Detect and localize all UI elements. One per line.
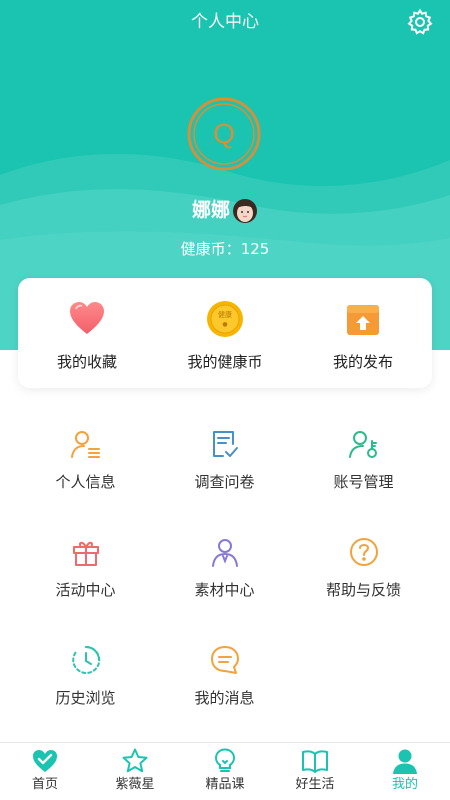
material-center-label: 素材中心 bbox=[194, 581, 255, 599]
my-coins-label: 我的健康币 bbox=[187, 353, 263, 371]
quick-actions-card: 我的收藏 健康 ● 我的健康币 我的发布 bbox=[18, 278, 432, 388]
profile-icon bbox=[393, 749, 417, 774]
tab-good-life-label: 好生活 bbox=[295, 777, 335, 792]
svg-text:Q: Q bbox=[213, 118, 235, 149]
survey-icon bbox=[212, 431, 238, 457]
gear-icon[interactable] bbox=[406, 8, 434, 36]
tab-courses[interactable]: 精品课 bbox=[180, 743, 270, 800]
svg-text:健康: 健康 bbox=[218, 310, 232, 319]
tab-home-label: 首页 bbox=[31, 777, 58, 792]
tab-ziweixing-label: 紫薇星 bbox=[115, 777, 155, 792]
home-heart-icon bbox=[33, 750, 57, 772]
personal-info-label: 个人信息 bbox=[55, 473, 116, 491]
coin-value: 125 bbox=[240, 240, 270, 258]
personal-info-button[interactable]: 个人信息 bbox=[16, 422, 155, 530]
survey-label: 调查问卷 bbox=[194, 473, 255, 491]
activity-center-button[interactable]: 活动中心 bbox=[16, 530, 155, 638]
tab-mine-label: 我的 bbox=[391, 777, 418, 792]
gift-icon bbox=[72, 541, 99, 566]
username: 娜娜 bbox=[0, 196, 450, 224]
menu-grid: 个人信息 调查问卷 账号管理 活动中心 素材中心 帮助与反馈 历史浏览 我的消息 bbox=[16, 422, 434, 746]
help-feedback-label: 帮助与反馈 bbox=[325, 581, 401, 599]
avatar[interactable]: Q bbox=[186, 96, 262, 172]
tab-ziweixing[interactable]: 紫薇星 bbox=[90, 743, 180, 800]
coin-icon: 健康 ● bbox=[207, 301, 243, 337]
my-posts-label: 我的发布 bbox=[332, 353, 393, 371]
star-icon bbox=[122, 748, 148, 773]
tab-mine[interactable]: 我的 bbox=[360, 743, 450, 800]
account-management-button[interactable]: 账号管理 bbox=[294, 422, 433, 530]
history-button[interactable]: 历史浏览 bbox=[16, 638, 155, 746]
heart-icon bbox=[70, 302, 104, 334]
my-messages-label: 我的消息 bbox=[194, 689, 255, 707]
my-messages-button[interactable]: 我的消息 bbox=[155, 638, 294, 746]
my-posts-button[interactable]: 我的发布 bbox=[294, 278, 432, 388]
upload-box-icon bbox=[347, 305, 379, 335]
svg-text:●: ● bbox=[222, 321, 227, 328]
my-favorites-label: 我的收藏 bbox=[56, 353, 117, 371]
tab-good-life[interactable]: 好生活 bbox=[270, 743, 360, 800]
survey-button[interactable]: 调查问卷 bbox=[155, 422, 294, 530]
my-coins-button[interactable]: 健康 ● 我的健康币 bbox=[156, 278, 294, 388]
girl-emoji-icon bbox=[233, 198, 257, 223]
message-icon bbox=[210, 646, 239, 674]
help-feedback-button[interactable]: 帮助与反馈 bbox=[294, 530, 433, 638]
tab-home[interactable]: 首页 bbox=[0, 743, 90, 800]
history-label: 历史浏览 bbox=[55, 689, 116, 707]
bottom-tab-bar: 首页 紫薇星 精品课 好生活 我的 bbox=[0, 742, 450, 800]
material-center-button[interactable]: 素材中心 bbox=[155, 530, 294, 638]
activity-center-label: 活动中心 bbox=[55, 581, 116, 599]
my-favorites-button[interactable]: 我的收藏 bbox=[18, 278, 156, 388]
tab-courses-label: 精品课 bbox=[205, 777, 245, 792]
user-icon bbox=[211, 539, 238, 567]
person-list-icon bbox=[70, 431, 100, 458]
coin-label: 健康币： bbox=[180, 240, 241, 258]
coin-balance: 健康币：125 bbox=[0, 238, 450, 260]
page-title: 个人中心 bbox=[191, 12, 259, 32]
help-icon bbox=[349, 538, 378, 566]
history-clock-icon bbox=[71, 645, 100, 674]
username-text: 娜娜 bbox=[191, 199, 230, 221]
account-management-label: 账号管理 bbox=[333, 473, 394, 491]
book-icon bbox=[302, 750, 328, 773]
lightbulb-icon bbox=[214, 748, 236, 772]
account-key-icon bbox=[348, 431, 377, 458]
